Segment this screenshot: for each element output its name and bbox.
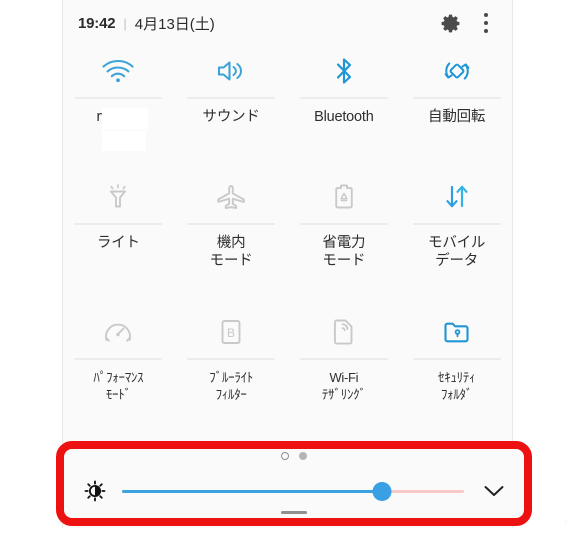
- tile-row-2: ライト 機内 モード 省電力 モード モバイル データ: [62, 172, 513, 307]
- screen-bottom-edge: [0, 528, 575, 536]
- quick-settings-grid: rv -502 サウンド: [62, 46, 513, 437]
- tile-row-3: ﾊﾟﾌｫｰﾏﾝｽ ﾓｰﾄﾞ B ﾌﾞﾙｰﾗｲﾄ ﾌｨﾙﾀｰ Wi-Fi ﾃｻﾞﾘ…: [62, 307, 513, 437]
- tile-label-sound: サウンド: [202, 109, 260, 125]
- mobile-data-icon: [441, 172, 473, 222]
- tile-label-wifi-tethering: Wi-Fi ﾃｻﾞﾘﾝｸﾞ: [321, 370, 366, 402]
- tile-secure-folder[interactable]: ｾｷｭﾘﾃｨ ﾌｫﾙﾀﾞ: [400, 307, 513, 437]
- date-label: 4月13日(土): [134, 15, 215, 33]
- tile-label-flashlight: ライト: [96, 235, 140, 251]
- wifi-tethering-icon: [330, 307, 358, 357]
- chevron-down-icon: [484, 486, 504, 496]
- slider-thumb[interactable]: [372, 481, 392, 501]
- clock-time: 19:42: [78, 14, 116, 32]
- tile-divider: [412, 358, 501, 360]
- tile-label-power-saving: 省電力 モード: [322, 235, 366, 269]
- gear-icon: [441, 14, 459, 32]
- kebab-menu-icon: [484, 11, 488, 35]
- flashlight-icon: [105, 172, 131, 222]
- tile-wifi-tethering[interactable]: Wi-Fi ﾃｻﾞﾘﾝｸﾞ: [288, 307, 401, 437]
- settings-button[interactable]: [433, 6, 467, 40]
- tile-performance-mode[interactable]: ﾊﾟﾌｫｰﾏﾝｽ ﾓｰﾄﾞ: [62, 307, 175, 437]
- bluetooth-icon: [332, 46, 356, 96]
- auto-brightness-icon[interactable]: [84, 480, 106, 502]
- power-saving-icon: [332, 172, 356, 222]
- svg-text:B: B: [227, 326, 235, 340]
- panel-drag-handle[interactable]: [281, 511, 307, 514]
- airplane-mode-icon: [214, 172, 248, 222]
- tile-airplane-mode[interactable]: 機内 モード: [175, 172, 288, 307]
- redaction-box-ssid-secondary: [102, 131, 146, 151]
- tile-sound[interactable]: サウンド: [175, 46, 288, 172]
- brightness-slider[interactable]: [122, 481, 464, 501]
- screen-edge-left: [0, 0, 63, 536]
- quick-settings-screen: 19:42 | 4月13日(土) サウンド Bluetooth 自動回転 ライト…: [0, 0, 575, 536]
- tile-label-blue-light-filter: ﾌﾞﾙｰﾗｲﾄ ﾌｨﾙﾀｰ: [209, 370, 253, 402]
- redaction-box-ssid: [102, 108, 148, 130]
- tile-divider: [412, 223, 501, 225]
- auto-rotate-icon: [441, 46, 473, 96]
- expand-brightness-button[interactable]: [478, 475, 510, 507]
- tile-divider: [299, 97, 388, 99]
- wifi-icon: [101, 46, 135, 96]
- brightness-panel-highlight: [56, 441, 532, 526]
- sound-icon: [216, 46, 246, 96]
- tile-divider: [74, 358, 163, 360]
- blue-light-filter-icon: B: [218, 307, 244, 357]
- tile-label-mobile-data: モバイル データ: [428, 235, 486, 269]
- tile-divider: [74, 223, 163, 225]
- tile-label-secure-folder: ｾｷｭﾘﾃｨ ﾌｫﾙﾀﾞ: [438, 370, 476, 402]
- tile-divider: [187, 223, 276, 225]
- secure-folder-icon: [441, 307, 473, 357]
- corner-artifact: .: [564, 515, 567, 524]
- tile-divider: [74, 97, 163, 99]
- header-separator: |: [123, 15, 127, 31]
- page-indicator: [64, 452, 524, 460]
- tile-blue-light-filter[interactable]: B ﾌﾞﾙｰﾗｲﾄ ﾌｨﾙﾀｰ: [175, 307, 288, 437]
- slider-track-filled: [122, 489, 382, 493]
- tile-mobile-data[interactable]: モバイル データ: [400, 172, 513, 307]
- tile-label-performance-mode: ﾊﾟﾌｫｰﾏﾝｽ ﾓｰﾄﾞ: [93, 370, 144, 402]
- page-dot-current[interactable]: [281, 452, 289, 460]
- status-header: 19:42 | 4月13日(土): [62, 0, 513, 46]
- brightness-row: [64, 471, 524, 511]
- tile-label-airplane-mode: 機内 モード: [209, 235, 253, 269]
- performance-mode-icon: [102, 307, 134, 357]
- tile-flashlight[interactable]: ライト: [62, 172, 175, 307]
- tile-divider: [299, 223, 388, 225]
- more-options-button[interactable]: [471, 6, 501, 40]
- tile-label-bluetooth: Bluetooth: [314, 109, 374, 125]
- tile-divider: [187, 358, 276, 360]
- tile-divider: [187, 97, 276, 99]
- tile-divider: [299, 358, 388, 360]
- tile-label-auto-rotate: 自動回転: [428, 109, 486, 125]
- tile-power-saving[interactable]: 省電力 モード: [288, 172, 401, 307]
- tile-auto-rotate[interactable]: 自動回転: [400, 46, 513, 172]
- tile-divider: [412, 97, 501, 99]
- tile-bluetooth[interactable]: Bluetooth: [288, 46, 401, 172]
- page-dot-other[interactable]: [299, 452, 307, 460]
